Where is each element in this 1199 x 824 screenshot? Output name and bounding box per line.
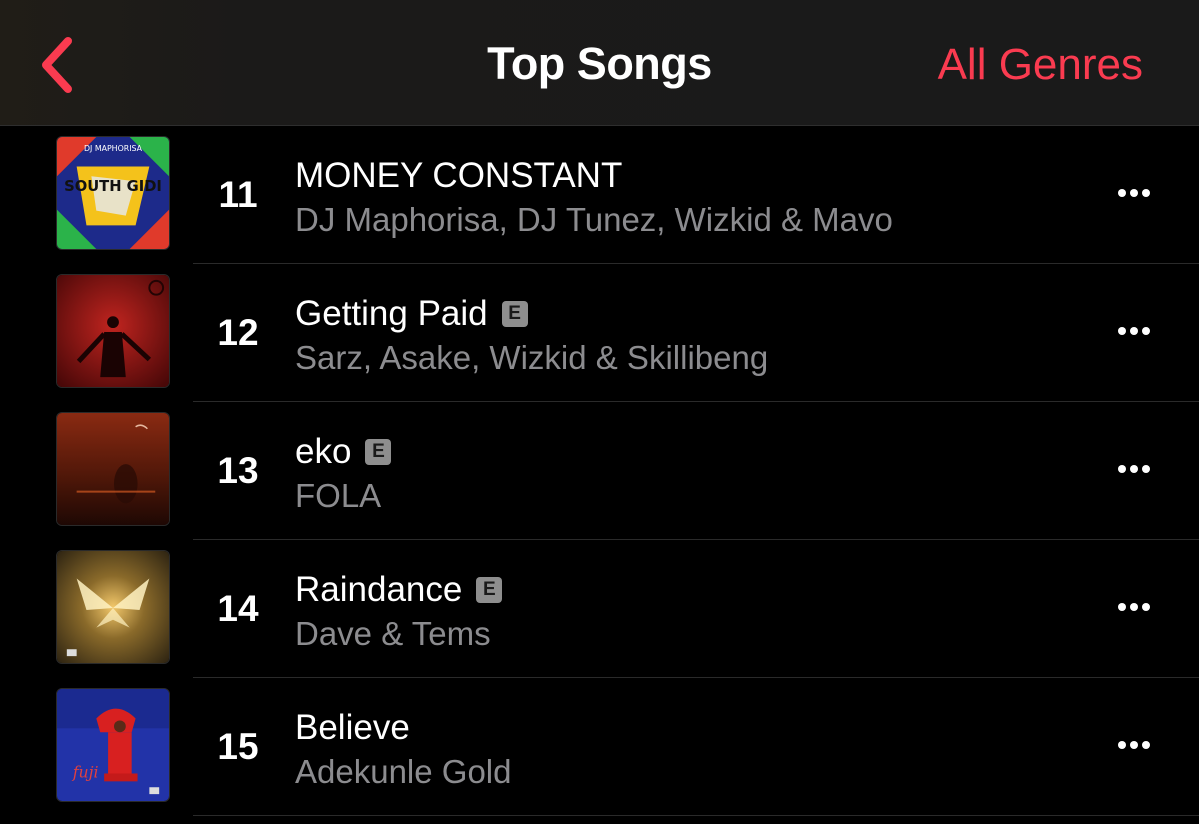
- song-title: Raindance: [295, 570, 463, 609]
- album-artwork: fuji: [56, 688, 170, 802]
- ellipsis-icon: [1118, 465, 1126, 473]
- song-title: Believe: [295, 708, 410, 747]
- chart-rank: 13: [217, 450, 259, 491]
- song-title: eko: [295, 432, 352, 471]
- song-title: Getting Paid: [295, 294, 488, 333]
- album-artwork: [56, 550, 170, 664]
- song-row[interactable]: 14 Raindance E Dave & Tems: [0, 540, 1199, 678]
- ellipsis-icon: [1130, 189, 1138, 197]
- explicit-badge: E: [501, 301, 528, 327]
- ellipsis-icon: [1130, 741, 1138, 749]
- chart-rank: 15: [217, 726, 259, 767]
- ellipsis-icon: [1142, 327, 1150, 335]
- artist-name: FOLA: [295, 477, 382, 514]
- explicit-badge: E: [476, 577, 503, 603]
- artist-name: Adekunle Gold: [295, 753, 512, 790]
- song-list: SOUTH GIDI DJ MAPHORISA 11 MONEY CONSTAN…: [0, 126, 1199, 816]
- nav-bar: Top Songs All Genres: [0, 0, 1199, 126]
- more-options-button[interactable]: [1109, 592, 1159, 622]
- ellipsis-icon: [1142, 465, 1150, 473]
- row-divider: [193, 815, 1199, 816]
- chart-rank: 12: [217, 312, 259, 353]
- all-genres-button[interactable]: All Genres: [938, 40, 1143, 90]
- album-artwork: [56, 274, 170, 388]
- explicit-badge: E: [365, 439, 392, 465]
- svg-text:SOUTH GIDI: SOUTH GIDI: [64, 178, 162, 195]
- album-artwork: SOUTH GIDI DJ MAPHORISA: [56, 136, 170, 250]
- song-title: MONEY CONSTANT: [295, 156, 623, 195]
- artist-name: Dave & Tems: [295, 615, 491, 652]
- ellipsis-icon: [1130, 327, 1138, 335]
- song-title-line: eko E: [295, 432, 392, 472]
- more-options-button[interactable]: [1109, 730, 1159, 760]
- song-row[interactable]: 12 Getting Paid E Sarz, Asake, Wizkid & …: [0, 264, 1199, 402]
- artist-name: Sarz, Asake, Wizkid & Skillibeng: [295, 339, 769, 376]
- more-options-button[interactable]: [1109, 454, 1159, 484]
- ellipsis-icon: [1130, 465, 1138, 473]
- more-options-button[interactable]: [1109, 178, 1159, 208]
- song-title-line: Getting Paid E: [295, 294, 528, 334]
- more-options-button[interactable]: [1109, 316, 1159, 346]
- ellipsis-icon: [1130, 603, 1138, 611]
- ellipsis-icon: [1118, 603, 1126, 611]
- ellipsis-icon: [1142, 189, 1150, 197]
- album-artwork: [56, 412, 170, 526]
- chart-rank: 11: [218, 174, 258, 215]
- ellipsis-icon: [1118, 189, 1126, 197]
- svg-text:DJ MAPHORISA: DJ MAPHORISA: [84, 144, 143, 153]
- chart-rank: 14: [217, 588, 259, 629]
- song-title-line: Raindance E: [295, 570, 503, 610]
- artist-name: DJ Maphorisa, DJ Tunez, Wizkid & Mavo: [295, 201, 893, 238]
- song-row[interactable]: fuji 15 Believe Adekunle Gold: [0, 678, 1199, 816]
- svg-text:fuji: fuji: [72, 762, 99, 781]
- ellipsis-icon: [1142, 741, 1150, 749]
- ellipsis-icon: [1118, 741, 1126, 749]
- song-title-line: Believe: [295, 708, 410, 748]
- song-row[interactable]: 13 eko E FOLA: [0, 402, 1199, 540]
- ellipsis-icon: [1118, 327, 1126, 335]
- song-row[interactable]: SOUTH GIDI DJ MAPHORISA 11 MONEY CONSTAN…: [0, 126, 1199, 264]
- song-title-line: MONEY CONSTANT: [295, 156, 622, 196]
- ellipsis-icon: [1142, 603, 1150, 611]
